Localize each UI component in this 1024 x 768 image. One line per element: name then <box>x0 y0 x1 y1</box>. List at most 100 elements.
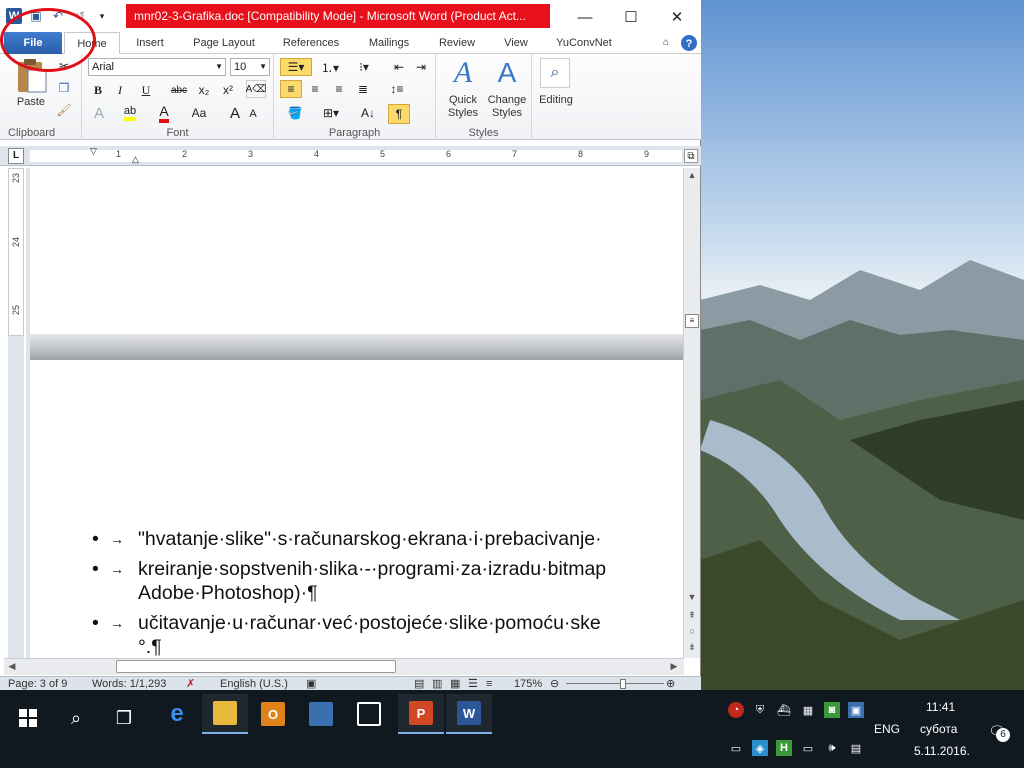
binoculars-icon[interactable]: ⌕ <box>540 58 570 88</box>
taskbar-app-powerpoint[interactable]: P <box>398 694 444 734</box>
vertical-scrollbar[interactable]: ▲ ≡ ▼ ⇞ ○ ⇟ <box>683 168 700 658</box>
taskbar-app-edge[interactable]: e <box>154 694 200 734</box>
tab-page-layout[interactable]: Page Layout <box>184 32 264 54</box>
text-effects-icon[interactable]: A <box>88 104 110 122</box>
sort-icon[interactable]: A↓ <box>358 104 378 122</box>
strikethrough-button[interactable]: abc <box>168 82 190 98</box>
tray-h-icon[interactable]: H <box>776 740 792 756</box>
docker-icon[interactable]: ⛴ <box>776 702 792 718</box>
undo-icon[interactable]: ↶ <box>50 8 66 24</box>
minimize-ribbon-icon[interactable]: ⌂ <box>658 32 674 54</box>
show-formatting-button[interactable]: ¶ <box>388 104 410 124</box>
increase-indent-icon[interactable]: ⇥ <box>412 58 430 76</box>
task-view-button[interactable]: ❐ <box>104 698 144 738</box>
scroll-up-icon[interactable]: ▲ <box>684 170 700 180</box>
macro-icon[interactable]: ▣ <box>306 677 316 691</box>
hanging-indent-marker[interactable]: △ <box>132 154 139 165</box>
tray-monitor-icon[interactable]: ▭ <box>728 740 744 756</box>
scroll-right-icon[interactable]: ▶ <box>666 661 682 672</box>
clear-formatting-icon[interactable]: A⌫ <box>246 80 266 98</box>
tab-file[interactable]: File <box>4 32 62 54</box>
tray-sync-icon[interactable]: ◈ <box>752 740 768 756</box>
first-line-indent-marker[interactable]: ▽ <box>90 146 97 157</box>
highlight-icon[interactable]: ab <box>116 104 144 122</box>
subscript-button[interactable]: x₂ <box>194 82 214 98</box>
italic-button[interactable]: I <box>112 82 128 98</box>
scroll-thumb[interactable]: ≡ <box>685 314 699 328</box>
tab-references[interactable]: References <box>274 32 348 54</box>
shrink-font-button[interactable]: A <box>246 106 260 122</box>
grow-font-button[interactable]: A <box>228 104 242 122</box>
change-styles-button[interactable]: Change Styles <box>484 94 530 120</box>
full-screen-reading-icon[interactable]: ▥ <box>432 677 442 691</box>
next-page-icon[interactable]: ⇟ <box>684 642 700 653</box>
scroll-down-icon[interactable]: ▼ <box>684 592 700 602</box>
web-layout-icon[interactable]: ▦ <box>450 677 460 691</box>
clock-day[interactable]: субота <box>920 722 957 736</box>
tab-review[interactable]: Review <box>430 32 484 54</box>
zoom-in-icon[interactable]: ⊕ <box>666 677 675 691</box>
zoom-slider-thumb[interactable] <box>620 679 626 689</box>
search-button[interactable]: ⌕ <box>56 698 96 738</box>
word-count[interactable]: Words: 1/1,293 <box>92 677 166 691</box>
close-button[interactable]: ✕ <box>654 4 700 30</box>
tab-view[interactable]: View <box>494 32 538 54</box>
tab-insert[interactable]: Insert <box>126 32 174 54</box>
borders-icon[interactable]: ⊞▾ <box>316 104 346 122</box>
taskbar-app-word[interactable]: W <box>446 694 492 734</box>
start-button[interactable] <box>8 698 48 738</box>
align-left-icon[interactable]: ≡ <box>280 80 302 98</box>
save-icon[interactable]: ▣ <box>28 8 44 24</box>
tray-blue-icon[interactable]: ▣ <box>848 702 864 718</box>
document-area[interactable]: • → "hvatanje·slike"·s·računarskog·ekran… <box>26 168 683 658</box>
align-center-icon[interactable]: ≡ <box>306 80 324 98</box>
print-layout-icon[interactable]: ▤ <box>414 677 424 691</box>
view-ruler-icon[interactable]: ⧉ <box>684 149 698 163</box>
change-case-button[interactable]: Aa <box>186 104 212 122</box>
font-size-dropdown[interactable]: 10 ▼ <box>230 58 270 76</box>
tray-app-icon[interactable]: ▦ <box>800 702 816 718</box>
language-indicator[interactable]: English (U.S.) <box>220 677 288 691</box>
tab-home[interactable]: Home <box>64 32 120 55</box>
zoom-out-icon[interactable]: ⊖ <box>550 677 559 691</box>
redo-icon[interactable]: ↺ <box>72 8 88 24</box>
change-styles-icon[interactable]: A <box>490 56 524 90</box>
proofing-icon[interactable]: ✗ <box>186 677 195 691</box>
browse-object-icon[interactable]: ○ <box>684 626 700 636</box>
minimize-button[interactable]: — <box>562 4 608 30</box>
tab-selector[interactable]: L <box>8 148 24 164</box>
quick-styles-button[interactable]: Quick Styles <box>438 94 488 120</box>
bold-button[interactable]: B <box>90 82 106 98</box>
editing-button[interactable]: Editing <box>532 94 580 107</box>
taskbar-app-store[interactable] <box>346 694 392 734</box>
line-spacing-icon[interactable]: ↕≡ <box>384 80 410 98</box>
numbering-button[interactable]: ⒈▾ <box>316 58 344 76</box>
network-tray-icon[interactable]: ▤ <box>848 740 864 756</box>
font-color-icon[interactable]: A <box>152 103 176 123</box>
word-app-icon[interactable]: W <box>6 8 22 24</box>
underline-button[interactable]: U <box>134 82 158 98</box>
battery-icon[interactable]: ▭ <box>800 740 816 756</box>
copy-icon[interactable]: ❐ <box>56 80 72 96</box>
zoom-level[interactable]: 175% <box>514 677 542 691</box>
antivirus-icon[interactable]: ◔ <box>728 702 744 718</box>
maximize-button[interactable]: ☐ <box>608 4 654 30</box>
shield-icon[interactable]: ⛨ <box>752 702 768 718</box>
scroll-left-icon[interactable]: ◀ <box>4 661 20 672</box>
outline-icon[interactable]: ☰ <box>468 677 478 691</box>
input-language[interactable]: ENG <box>874 722 900 736</box>
customize-qat-icon[interactable]: ▾ <box>94 8 110 24</box>
zoom-slider[interactable] <box>566 683 664 684</box>
bullets-button[interactable]: ☰▾ <box>280 58 312 76</box>
align-right-icon[interactable]: ≡ <box>330 80 348 98</box>
volume-icon[interactable]: 🕪 <box>824 740 840 756</box>
tab-yuconvnet[interactable]: YuConvNet <box>548 32 620 54</box>
horizontal-ruler[interactable]: 1 2 3 4 5 6 7 8 9 ▽ △ <box>30 146 682 165</box>
format-painter-icon[interactable]: 🖌 <box>56 102 72 118</box>
clock-date[interactable]: 5.11.2016. <box>914 744 970 758</box>
shading-icon[interactable]: 🪣 <box>280 104 310 122</box>
paste-icon[interactable] <box>14 58 48 94</box>
taskbar-app-explorer[interactable] <box>202 694 248 734</box>
tab-mailings[interactable]: Mailings <box>358 32 420 54</box>
previous-page-icon[interactable]: ⇞ <box>684 610 700 621</box>
